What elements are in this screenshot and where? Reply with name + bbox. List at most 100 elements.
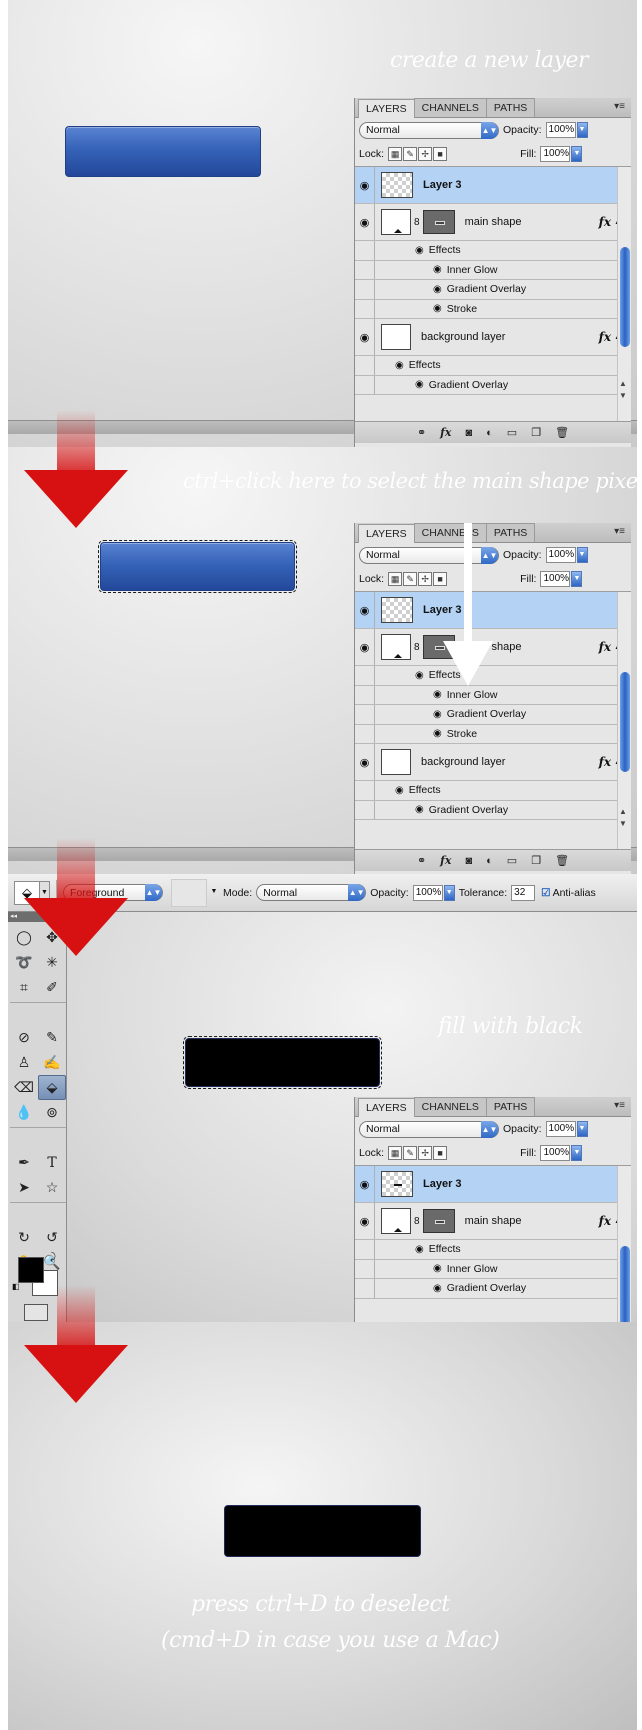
- eye-icon[interactable]: ◉: [433, 709, 442, 720]
- eye-icon[interactable]: ◉: [433, 1263, 442, 1274]
- blend-mode-select[interactable]: Normal ▲▼: [359, 1120, 499, 1138]
- fill-stepper-icon[interactable]: ▼: [571, 146, 583, 162]
- trash-icon[interactable]: 🗑: [555, 854, 569, 867]
- eye-icon[interactable]: ◉: [355, 1203, 375, 1239]
- fx-icon[interactable]: fx: [440, 426, 451, 439]
- layer-row-layer3[interactable]: ◉ Layer 3: [355, 167, 631, 204]
- effects-row[interactable]: ◉ Effects: [355, 781, 631, 801]
- vector-mask-thumbnail[interactable]: [422, 210, 455, 234]
- tab-paths[interactable]: PATHS: [485, 523, 536, 542]
- fx-icon[interactable]: fx: [440, 854, 451, 867]
- dodge-icon[interactable]: ⊚: [38, 1100, 66, 1125]
- adjustment-icon[interactable]: ◐: [486, 855, 493, 867]
- tab-layers[interactable]: LAYERS: [358, 1098, 415, 1117]
- effect-row-stroke[interactable]: ◉ Stroke: [355, 724, 631, 744]
- new-layer-icon[interactable]: ❐: [531, 426, 541, 439]
- eye-icon[interactable]: ◉: [355, 629, 375, 665]
- panel-menu-icon[interactable]: ▾≡: [614, 526, 625, 537]
- layer-row-main-shape[interactable]: ◉ 8 main shape fx ▲: [355, 629, 631, 666]
- mask-icon[interactable]: ◙: [465, 427, 472, 439]
- scroll-up-icon[interactable]: ▲: [619, 807, 627, 816]
- eye-icon[interactable]: ◉: [395, 360, 404, 371]
- adjustment-icon[interactable]: ◐: [486, 427, 493, 439]
- effect-row-stroke[interactable]: ◉ Stroke: [355, 299, 631, 319]
- paint-bucket-icon[interactable]: ⬙: [38, 1075, 66, 1100]
- mask-icon[interactable]: ◙: [465, 855, 472, 867]
- stamp-icon[interactable]: ♙: [10, 1050, 38, 1075]
- layers-scrollbar[interactable]: ▲ ▼: [617, 592, 631, 849]
- effect-row-gradient-overlay[interactable]: ◉ Gradient Overlay: [355, 375, 631, 395]
- fill-input[interactable]: 100%: [540, 571, 571, 587]
- shape-icon[interactable]: ☆: [38, 1175, 66, 1200]
- eye-icon[interactable]: ◉: [415, 1244, 424, 1255]
- eye-icon[interactable]: ◉: [433, 728, 442, 739]
- eye-icon[interactable]: ◉: [433, 303, 442, 314]
- layer-row-background[interactable]: ◉ background layer fx ▲: [355, 319, 631, 356]
- lock-pixels-icon[interactable]: ✎: [403, 147, 418, 161]
- vector-mask-thumbnail[interactable]: [422, 1209, 455, 1233]
- blur-icon[interactable]: 💧: [10, 1100, 38, 1125]
- scrollbar-thumb[interactable]: [620, 672, 630, 772]
- lock-transparency-icon[interactable]: ▦: [388, 572, 403, 586]
- lock-position-icon[interactable]: ✢: [418, 572, 433, 586]
- opacity-input[interactable]: 100%: [545, 122, 576, 138]
- default-colors-icon[interactable]: ◧: [12, 1282, 20, 1291]
- effect-row-inner-glow[interactable]: ◉ Inner Glow: [355, 260, 631, 280]
- link-icon[interactable]: ⚭: [417, 426, 426, 439]
- fx-icon[interactable]: fx: [599, 215, 611, 229]
- eye-icon[interactable]: ◉: [415, 245, 424, 256]
- fill-stepper-icon[interactable]: ▼: [571, 571, 583, 587]
- layers-scrollbar[interactable]: [617, 1166, 631, 1322]
- panel-menu-icon[interactable]: ▾≡: [614, 101, 625, 112]
- effect-row-gradient-overlay[interactable]: ◉ Gradient Overlay: [355, 1279, 631, 1299]
- 3d-rotate-icon[interactable]: ↻: [10, 1225, 38, 1250]
- opacity-stepper-icon[interactable]: ▼: [576, 547, 588, 563]
- effect-row-gradient-overlay[interactable]: ◉ Gradient Overlay: [355, 280, 631, 300]
- eye-icon[interactable]: ◉: [415, 379, 424, 390]
- layer-row-layer3[interactable]: ◉ Layer 3: [355, 592, 631, 629]
- lock-transparency-icon[interactable]: ▦: [388, 147, 403, 161]
- panel-menu-icon[interactable]: ▾≡: [614, 1100, 625, 1111]
- eye-icon[interactable]: [355, 241, 375, 260]
- eye-icon[interactable]: ◉: [415, 670, 424, 681]
- crop-icon[interactable]: ⌗: [10, 975, 38, 1000]
- eye-icon[interactable]: ◉: [415, 804, 424, 815]
- eye-icon[interactable]: ◉: [355, 319, 375, 355]
- 3d-orbit-icon[interactable]: ↺: [38, 1225, 66, 1250]
- fill-input[interactable]: 100%: [540, 1145, 571, 1161]
- layer-row-main-shape[interactable]: ◉ 8 main shape fx ▲: [355, 204, 631, 241]
- swap-colors-icon[interactable]: ⤸: [50, 1252, 56, 1263]
- eye-icon[interactable]: ◉: [355, 592, 375, 628]
- fill-stepper-icon[interactable]: ▼: [571, 1145, 583, 1161]
- scroll-up-icon[interactable]: ▲: [619, 379, 627, 388]
- effects-row[interactable]: ◉ Effects: [355, 1240, 631, 1260]
- scrollbar-thumb[interactable]: [620, 1246, 630, 1322]
- eye-icon[interactable]: ◉: [433, 689, 442, 700]
- pen-icon[interactable]: ✒: [10, 1150, 38, 1175]
- folder-icon[interactable]: ▭: [507, 426, 517, 439]
- antialias-checkbox[interactable]: ☑: [541, 887, 550, 899]
- scroll-down-icon[interactable]: ▼: [619, 391, 627, 400]
- tab-channels[interactable]: CHANNELS: [413, 1097, 487, 1116]
- opacity-input[interactable]: 100%: [412, 884, 443, 901]
- lock-pixels-icon[interactable]: ✎: [403, 572, 418, 586]
- lock-position-icon[interactable]: ✢: [418, 1146, 433, 1160]
- eyedropper-icon[interactable]: ✐: [38, 975, 66, 1000]
- layer-row-main-shape[interactable]: ◉ 8 main shape fx ▲: [355, 1203, 631, 1240]
- scroll-down-icon[interactable]: ▼: [619, 819, 627, 828]
- opacity-input[interactable]: 100%: [545, 1121, 576, 1137]
- history-brush-icon[interactable]: ✍: [38, 1050, 66, 1075]
- healing-icon[interactable]: ⊘: [10, 1025, 38, 1050]
- lock-pixels-icon[interactable]: ✎: [403, 1146, 418, 1160]
- fx-icon[interactable]: fx: [599, 640, 611, 654]
- lock-all-icon[interactable]: ■: [433, 1146, 448, 1160]
- effect-row-gradient-overlay[interactable]: ◉ Gradient Overlay: [355, 800, 631, 820]
- trash-icon[interactable]: 🗑: [555, 426, 569, 439]
- fx-icon[interactable]: fx: [599, 755, 611, 769]
- pattern-swatch[interactable]: [171, 878, 207, 907]
- effects-row[interactable]: ◉ Effects: [355, 356, 631, 376]
- tab-layers[interactable]: LAYERS: [358, 99, 415, 118]
- tolerance-input[interactable]: 32: [511, 884, 536, 901]
- link-icon[interactable]: ⚭: [417, 854, 426, 867]
- lock-all-icon[interactable]: ■: [433, 147, 448, 161]
